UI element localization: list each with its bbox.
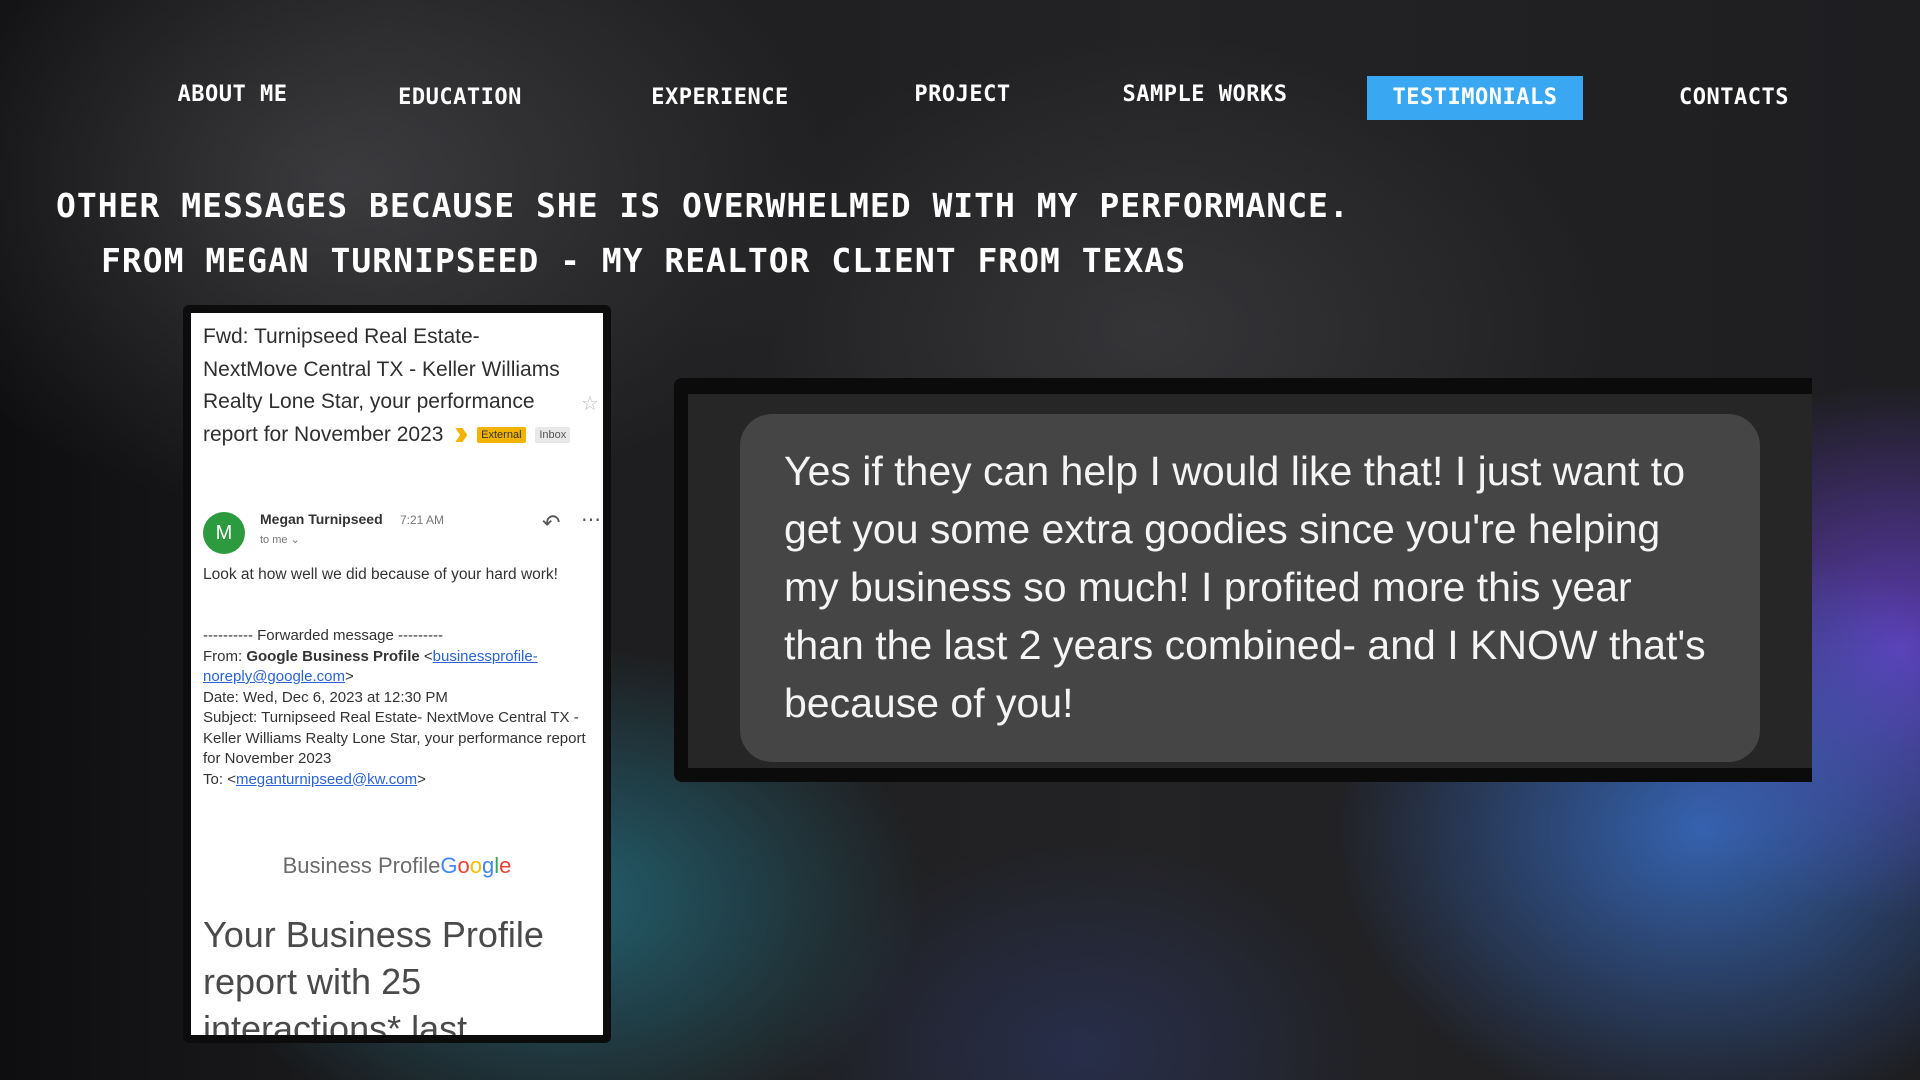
forwarded-subject: Subject: Turnipseed Real Estate- NextMov… bbox=[203, 709, 586, 767]
more-icon[interactable]: ⋯ bbox=[581, 507, 601, 532]
email-sender: Megan Turnipseed bbox=[260, 511, 383, 527]
message-screenshot: Yes if they can help I would like that! … bbox=[674, 378, 1812, 782]
google-logo-letter: o bbox=[457, 853, 470, 878]
forwarded-header: ---------- Forwarded message --------- bbox=[203, 627, 443, 644]
business-profile-logo: Business ProfileGoogle bbox=[191, 853, 603, 879]
nav-about-me[interactable]: ABOUT ME bbox=[160, 73, 305, 117]
email-view: Fwd: Turnipseed Real Estate- NextMove Ce… bbox=[191, 313, 603, 1035]
nav-experience[interactable]: EXPERIENCE bbox=[637, 76, 803, 120]
email-recipient[interactable]: to me ⌄ bbox=[260, 533, 300, 546]
nav-sample-works[interactable]: SAMPLE WORKS bbox=[1110, 73, 1300, 117]
message-bubble: Yes if they can help I would like that! … bbox=[740, 414, 1760, 762]
headline-line-1: OTHER MESSAGES BECAUSE SHE IS OVERWHELME… bbox=[56, 186, 1350, 225]
forwarded-date: Date: Wed, Dec 6, 2023 at 12:30 PM bbox=[203, 688, 448, 706]
email-time: 7:21 AM bbox=[400, 513, 445, 527]
google-logo: Google bbox=[440, 853, 511, 878]
google-logo-letter: o bbox=[469, 853, 482, 878]
reply-icon[interactable]: ↶ bbox=[542, 510, 560, 536]
google-logo-letter: G bbox=[440, 853, 458, 878]
nav-education[interactable]: EDUCATION bbox=[385, 76, 535, 120]
avatar: M bbox=[203, 512, 245, 554]
forwarded-block: ---------- Forwarded message --------- F… bbox=[203, 626, 593, 790]
from-name: Google Business Profile bbox=[246, 647, 420, 665]
to-label: To: bbox=[203, 770, 228, 788]
email-subject: Fwd: Turnipseed Real Estate- NextMove Ce… bbox=[203, 321, 575, 451]
forwarded-to: To: <meganturnipseed@kw.com> bbox=[203, 770, 426, 788]
google-logo-letter: g bbox=[481, 853, 495, 878]
google-logo-letter: e bbox=[499, 853, 512, 878]
inbox-tag: Inbox bbox=[535, 426, 571, 443]
report-heading: Your Business Profile report with 25 int… bbox=[203, 914, 544, 1035]
email-screenshot: Fwd: Turnipseed Real Estate- NextMove Ce… bbox=[183, 305, 611, 1043]
external-tag: External bbox=[477, 426, 526, 443]
nav-contacts[interactable]: CONTACTS bbox=[1664, 76, 1804, 120]
top-nav: ABOUT ME EDUCATION EXPERIENCE PROJECT SA… bbox=[0, 76, 1920, 120]
nav-testimonials[interactable]: TESTIMONIALS bbox=[1367, 76, 1583, 120]
to-email-link[interactable]: meganturnipseed@kw.com bbox=[236, 771, 417, 788]
email-body: Look at how well we did because of your … bbox=[203, 566, 558, 583]
logo-text: Business Profile bbox=[282, 853, 441, 878]
forwarded-from: From: Google Business Profile <businessp… bbox=[203, 647, 538, 686]
importance-marker-icon bbox=[455, 427, 468, 442]
from-label: From: bbox=[203, 647, 247, 665]
headline-line-2: FROM MEGAN TURNIPSEED - MY REALTOR CLIEN… bbox=[101, 241, 1187, 280]
message-thread: Yes if they can help I would like that! … bbox=[688, 394, 1812, 768]
nav-project[interactable]: PROJECT bbox=[900, 73, 1025, 117]
star-icon[interactable]: ☆ bbox=[581, 391, 599, 416]
